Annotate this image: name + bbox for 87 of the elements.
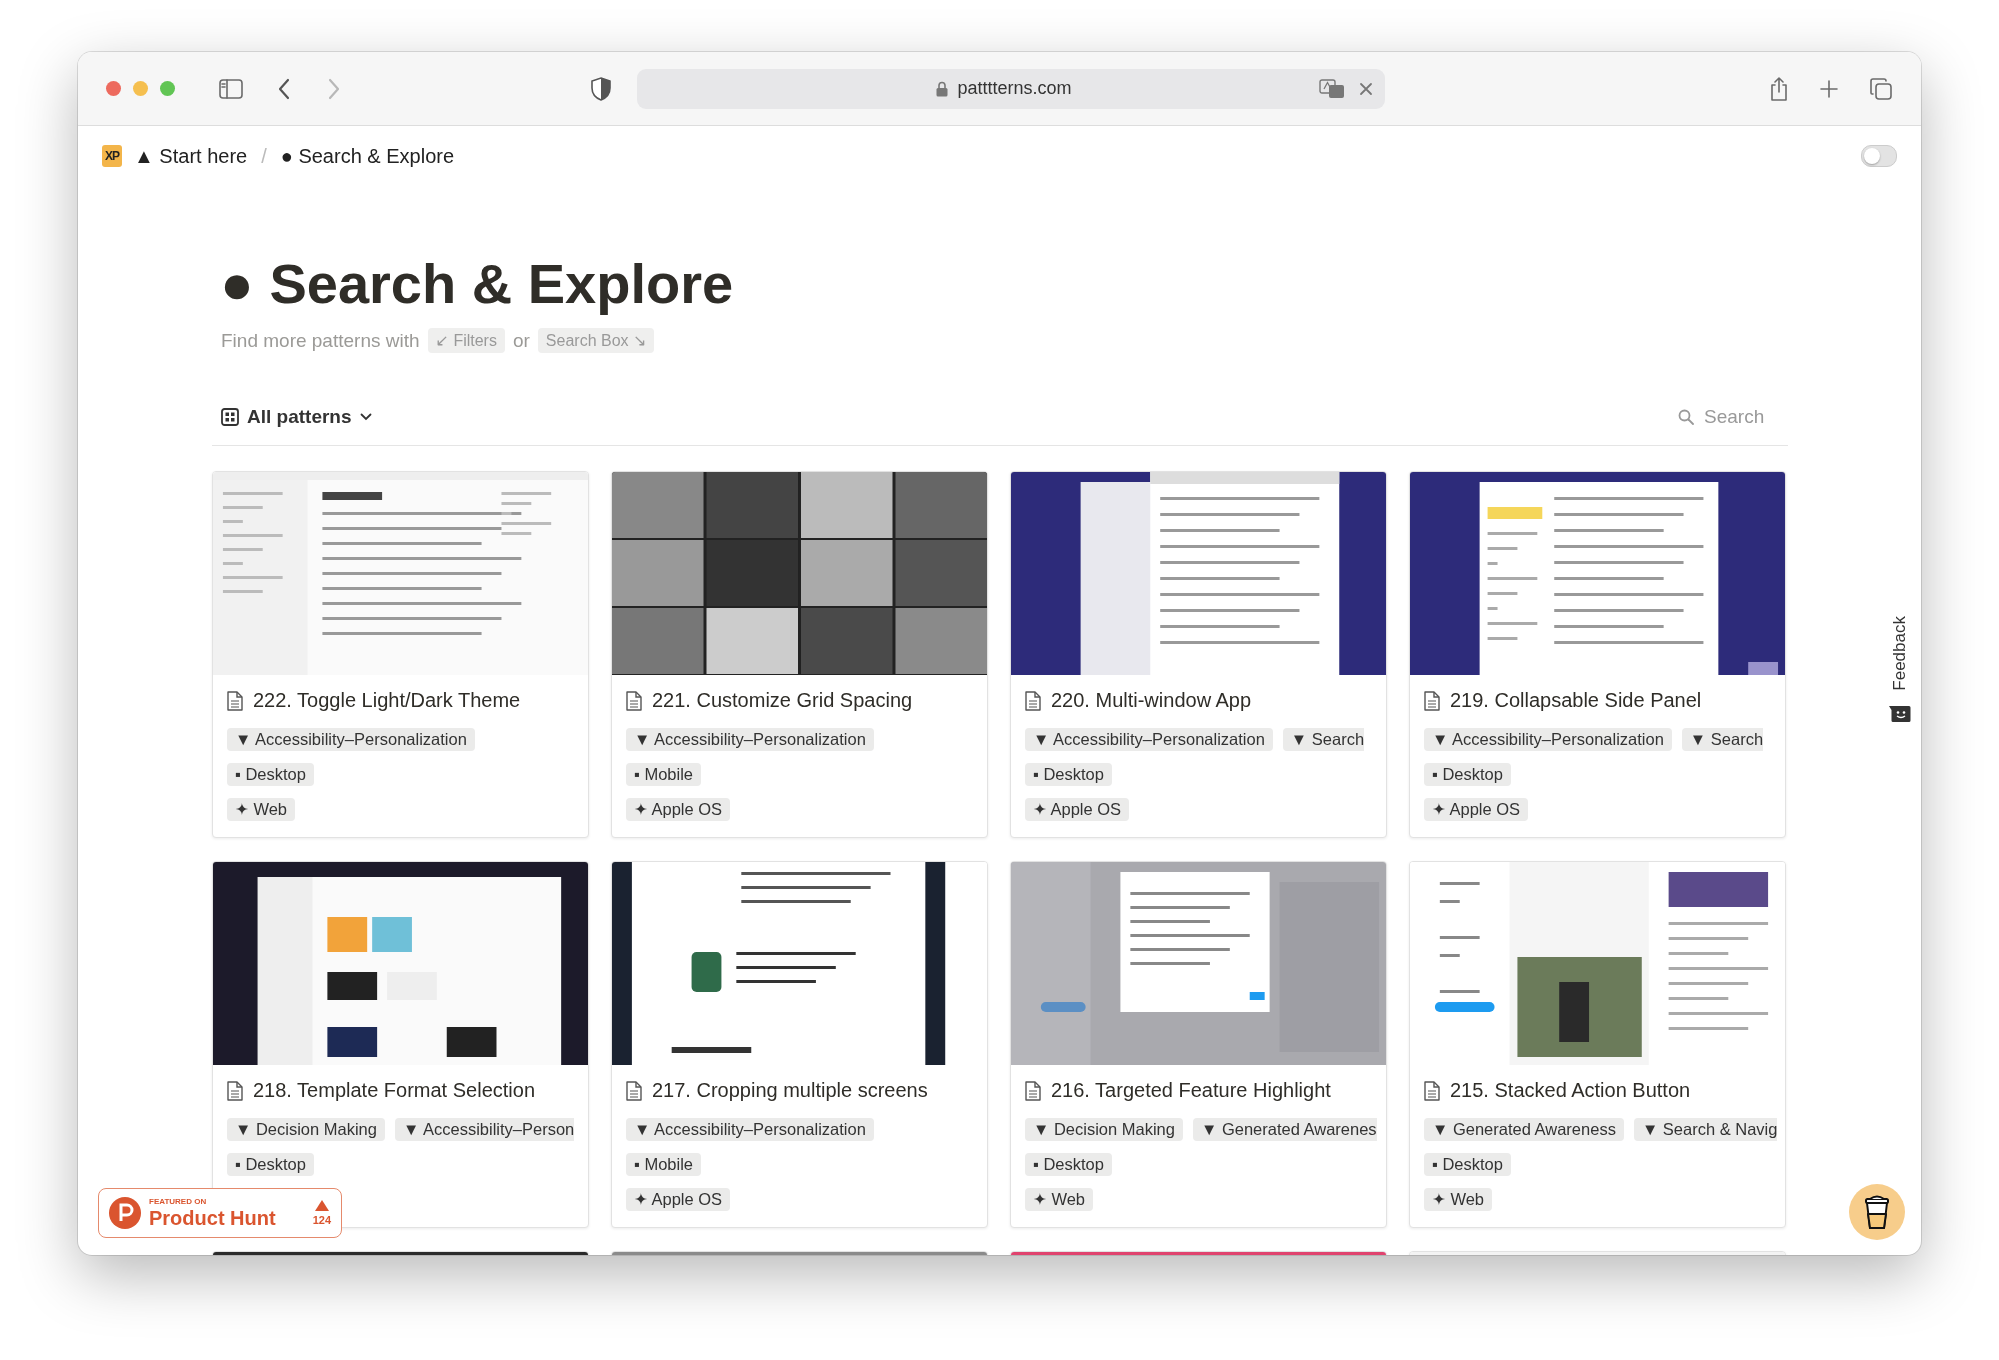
document-icon xyxy=(1025,1080,1041,1101)
breadcrumb-link[interactable]: ● Search & Explore xyxy=(280,144,455,168)
card-title[interactable]: 218. Template Format Selection xyxy=(253,1079,535,1103)
document-icon xyxy=(227,690,243,711)
lock-icon xyxy=(936,80,949,97)
search-icon xyxy=(1678,409,1694,426)
document-icon xyxy=(1424,1080,1440,1101)
tag: ▪ Desktop xyxy=(227,1153,314,1177)
tag: ▼ Accessibility–Personalization xyxy=(626,1118,874,1142)
pattern-card[interactable]: 215. Stacked Action Button ▼ Generated Awareness ▼ Search & Navig ▪ Desktop ✦ Web xyxy=(1409,861,1786,1229)
pattern-card[interactable]: 222. Toggle Light/Dark Theme ▼ Accessibility–Personalization ▪ Desktop ✦ Web xyxy=(212,471,589,839)
grid-icon xyxy=(221,408,239,427)
coffee-button[interactable] xyxy=(1849,1184,1905,1240)
tag: ✦ Apple OS xyxy=(626,798,731,822)
document-icon xyxy=(626,1080,642,1101)
vote-count: 124 xyxy=(312,1214,331,1226)
tag: ▪ Desktop xyxy=(1025,1153,1112,1177)
translate-icon[interactable] xyxy=(1319,78,1345,99)
tag: ▪ Mobile xyxy=(626,1153,702,1177)
breadcrumb-separator: / xyxy=(261,144,267,168)
pattern-card[interactable]: 217. Cropping multiple screens ▼ Accessibility–Personalization ▪ Mobile ✦ Apple OS xyxy=(611,861,988,1229)
tag: ▼ Decision Making xyxy=(1025,1118,1183,1142)
card-title[interactable]: 220. Multi-window App xyxy=(1051,689,1252,713)
tag: ▪ Mobile xyxy=(626,763,702,787)
shield-icon[interactable] xyxy=(591,76,611,101)
document-icon xyxy=(626,690,642,711)
tabs-icon[interactable] xyxy=(1869,76,1893,101)
subtitle-text: or xyxy=(512,329,530,352)
tag: ▪ Desktop xyxy=(227,763,314,787)
product-hunt-badge[interactable]: FEATURED ON Product Hunt 124 xyxy=(98,1188,342,1238)
document-icon xyxy=(1424,690,1440,711)
tag: ▼ Decision Making xyxy=(227,1118,385,1142)
new-tab-icon[interactable] xyxy=(1819,78,1839,99)
tag: ▼ Accessibility–Personalization xyxy=(1025,728,1273,752)
back-icon[interactable] xyxy=(277,77,291,100)
upvote-icon xyxy=(314,1200,329,1211)
sidebar-icon[interactable] xyxy=(219,78,243,99)
tag: ✦ Apple OS xyxy=(1025,798,1130,822)
theme-toggle[interactable] xyxy=(1861,145,1897,167)
tag: ✦ Web xyxy=(227,798,296,822)
window-control[interactable] xyxy=(106,81,121,96)
tag: ▼ Generated Awarenes xyxy=(1192,1118,1377,1142)
breadcrumb-link[interactable]: ▲ Start here xyxy=(134,144,248,168)
url-text: patttterns.com xyxy=(957,78,1072,99)
tag: ▪ Desktop xyxy=(1424,1153,1511,1177)
close-icon[interactable] xyxy=(1359,81,1373,96)
tag: ▼ Search xyxy=(1282,728,1365,752)
tag: ▼ Accessibility–Person xyxy=(394,1118,575,1142)
subtitle-text: Find more patterns with xyxy=(221,329,420,352)
pattern-card[interactable]: 220. Multi-window App ▼ Accessibility–Personalization ▼ Search ▪ Desktop ✦ Apple OS xyxy=(1010,471,1387,839)
forward-icon[interactable] xyxy=(327,77,341,100)
site-logo[interactable]: XP xyxy=(102,145,122,167)
tag: ▪ Desktop xyxy=(1424,763,1511,787)
document-icon xyxy=(1025,690,1041,711)
card-title[interactable]: 215. Stacked Action Button xyxy=(1450,1079,1691,1103)
tag: ▼ Search & Navig xyxy=(1633,1118,1778,1142)
view-selector[interactable]: All patterns xyxy=(221,406,372,429)
card-title[interactable]: 216. Targeted Feature Highlight xyxy=(1051,1079,1331,1103)
feedback-tab[interactable]: Feedback xyxy=(1890,616,1910,691)
tag: ✦ Apple OS xyxy=(1424,798,1529,822)
tag: ✦ Web xyxy=(1424,1188,1493,1212)
window-control[interactable] xyxy=(160,81,175,96)
caret-icon xyxy=(359,413,372,422)
tag: ▼ Accessibility–Personalization xyxy=(626,728,874,752)
tag: ▼ Accessibility–Personalization xyxy=(227,728,475,752)
tag: ✦ Web xyxy=(1025,1188,1094,1212)
share-icon[interactable] xyxy=(1769,75,1789,102)
card-title[interactable]: 219. Collapsable Side Panel xyxy=(1450,689,1702,713)
pattern-card[interactable]: 221. Customize Grid Spacing ▼ Accessibility–Personalization ▪ Mobile ✦ Apple OS xyxy=(611,471,988,839)
card-title[interactable]: 221. Customize Grid Spacing xyxy=(652,689,913,713)
product-hunt-logo-icon xyxy=(109,1197,141,1229)
document-icon xyxy=(227,1080,243,1101)
cup-icon xyxy=(1864,1194,1890,1230)
tag: ▼ Generated Awareness xyxy=(1424,1118,1624,1142)
tag: ▼ Search xyxy=(1681,728,1764,752)
page-title: ● Search & Explore xyxy=(220,251,735,317)
address-bar[interactable]: patttterns.com xyxy=(637,68,1385,109)
badge-caption: FEATURED ON xyxy=(149,1198,208,1206)
tag: ✦ Apple OS xyxy=(626,1188,731,1212)
card-title[interactable]: 217. Cropping multiple screens xyxy=(652,1079,928,1103)
search-field[interactable]: Search xyxy=(1702,405,1780,430)
chat-face-icon[interactable] xyxy=(1889,704,1911,723)
tag: ▪ Desktop xyxy=(1025,763,1112,787)
card-title[interactable]: 222. Toggle Light/Dark Theme xyxy=(253,689,521,713)
pattern-card[interactable]: 219. Collapsable Side Panel ▼ Accessibility–Personalization ▼ Search ▪ Desktop ✦ Apple OS xyxy=(1409,471,1786,839)
tag: ▼ Accessibility–Personalization xyxy=(1424,728,1672,752)
pattern-card[interactable]: 216. Targeted Feature Highlight ▼ Decision Making ▼ Generated Awarenes ▪ Desktop ✦ Web xyxy=(1010,861,1387,1229)
